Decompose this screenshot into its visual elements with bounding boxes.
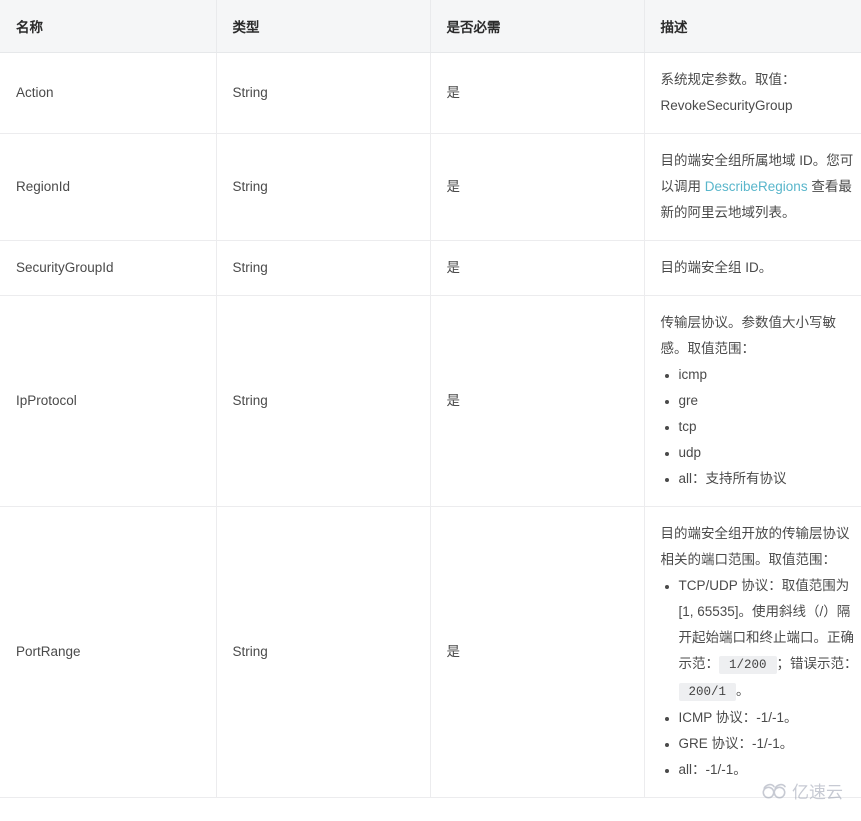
param-description-cell: 传输层协议。参数值大小写敏感。取值范围： icmp gre tcp udp al… <box>644 295 861 507</box>
table-row: PortRange String 是 目的端安全组开放的传输层协议相关的端口范围… <box>0 506 861 798</box>
description-list: TCP/UDP 协议：取值范围为 [1, 65535]。使用斜线（/）隔开起始端… <box>661 573 861 783</box>
list-item: icmp <box>679 362 861 388</box>
api-parameters-table: 名称 类型 是否必需 描述 Action String 是 系统规定参数。取值：… <box>0 0 861 798</box>
param-required-cell: 是 <box>430 133 645 241</box>
code-correct-example: 1/200 <box>719 656 777 674</box>
param-description-cell: 目的端安全组所属地域 ID。您可以调用 DescribeRegions 查看最新… <box>644 133 861 241</box>
table-header: 名称 类型 是否必需 描述 <box>0 0 861 53</box>
list-item: all：-1/-1。 <box>679 757 861 783</box>
column-header-required: 是否必需 <box>430 0 645 53</box>
list-item: gre <box>679 388 861 414</box>
list-item: TCP/UDP 协议：取值范围为 [1, 65535]。使用斜线（/）隔开起始端… <box>678 573 861 705</box>
list-item: tcp <box>679 414 861 440</box>
param-name-cell: PortRange <box>0 506 217 798</box>
list-item: GRE 协议：-1/-1。 <box>679 731 861 757</box>
table-row: IpProtocol String 是 传输层协议。参数值大小写敏感。取值范围：… <box>0 295 861 507</box>
list-item: all：支持所有协议 <box>679 466 861 492</box>
table-header-row: 名称 类型 是否必需 描述 <box>0 0 861 53</box>
table-body: Action String 是 系统规定参数。取值：RevokeSecurity… <box>0 52 861 798</box>
list-item: udp <box>679 440 861 466</box>
param-description-cell: 目的端安全组开放的传输层协议相关的端口范围。取值范围： TCP/UDP 协议：取… <box>644 506 861 798</box>
describe-regions-link[interactable]: DescribeRegions <box>705 179 808 194</box>
description-text: 目的端安全组开放的传输层协议相关的端口范围。取值范围： <box>660 526 850 567</box>
column-header-name: 名称 <box>0 0 217 53</box>
param-description-cell: 目的端安全组 ID。 <box>644 240 861 296</box>
param-name-cell: IpProtocol <box>0 295 217 507</box>
table-row: RegionId String 是 目的端安全组所属地域 ID。您可以调用 De… <box>0 133 861 241</box>
list-item-tail-text: 。 <box>736 683 750 698</box>
description-list: icmp gre tcp udp all：支持所有协议 <box>661 362 861 492</box>
param-type-cell: String <box>216 133 431 241</box>
description-text: 目的端安全组 ID。 <box>660 260 773 275</box>
param-required-cell: 是 <box>430 240 645 296</box>
param-type-cell: String <box>216 240 431 296</box>
description-text: 系统规定参数。取值：RevokeSecurityGroup <box>660 72 796 113</box>
param-name-cell: Action <box>0 52 217 134</box>
list-item: ICMP 协议：-1/-1。 <box>679 705 861 731</box>
description-text: 目的端安全组所属地域 ID。您可以调用 DescribeRegions 查看最新… <box>661 148 861 226</box>
table-row: SecurityGroupId String 是 目的端安全组 ID。 <box>0 240 861 296</box>
param-name-cell: SecurityGroupId <box>0 240 217 296</box>
list-item-mid-text: ；错误示范： <box>776 656 858 671</box>
description-text: 传输层协议。参数值大小写敏感。取值范围： <box>660 315 837 356</box>
param-description-cell: 系统规定参数。取值：RevokeSecurityGroup <box>644 52 861 134</box>
column-header-type: 类型 <box>216 0 431 53</box>
param-type-cell: String <box>216 295 431 507</box>
param-required-cell: 是 <box>430 506 645 798</box>
param-required-cell: 是 <box>430 295 645 507</box>
param-type-cell: String <box>216 506 431 798</box>
param-required-cell: 是 <box>430 52 645 134</box>
param-name-cell: RegionId <box>0 133 217 241</box>
code-wrong-example: 200/1 <box>678 683 737 701</box>
param-type-cell: String <box>216 52 431 134</box>
table-row: Action String 是 系统规定参数。取值：RevokeSecurity… <box>0 52 861 134</box>
column-header-desc: 描述 <box>644 0 861 53</box>
page-root: 名称 类型 是否必需 描述 Action String 是 系统规定参数。取值：… <box>0 0 861 821</box>
